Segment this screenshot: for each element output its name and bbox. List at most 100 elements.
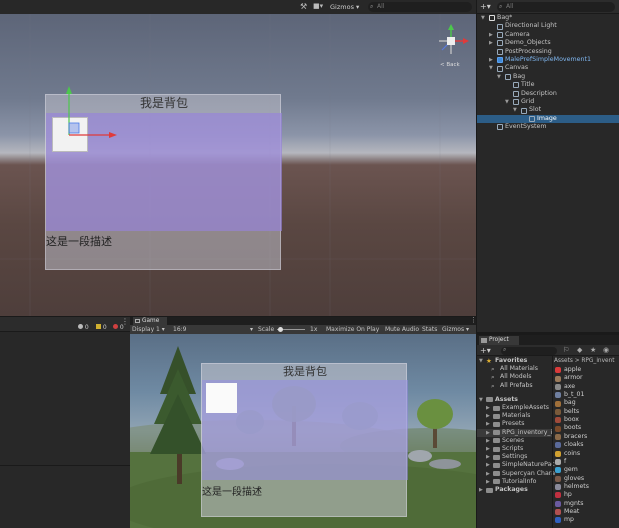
orientation-gizmo-icon[interactable] [434, 24, 470, 60]
asset-item[interactable]: apple [553, 366, 619, 374]
tab-game[interactable]: Game [133, 317, 167, 325]
info-count-badge[interactable]: 0 [78, 324, 92, 332]
project-add-button[interactable]: +▾ [480, 345, 491, 356]
asset-item[interactable]: hp [553, 491, 619, 499]
game-viewport[interactable]: 我是背包 这是一段描述 [130, 334, 476, 528]
folder-item[interactable]: ▶ Presets [477, 420, 552, 428]
folder-item[interactable]: ▶ ExampleAssets [477, 404, 552, 412]
tool-icon[interactable]: ⚒ [300, 2, 309, 11]
add-button[interactable]: +▾ [480, 2, 494, 12]
hierarchy-item[interactable]: ▼ Slot [477, 106, 619, 115]
star-icon[interactable]: ★ [590, 346, 596, 354]
project-search-input[interactable]: ⌕ [501, 346, 557, 355]
asset-item[interactable]: helmets [553, 483, 619, 491]
chevron-right-icon[interactable]: ▶ [486, 420, 490, 428]
hierarchy-item[interactable]: Title [477, 81, 619, 90]
chevron-down-icon[interactable]: ▼ [481, 14, 487, 23]
favorite-item[interactable]: ⌕ All Prefabs [477, 382, 552, 390]
hierarchy-item[interactable]: Directional Light [477, 22, 619, 31]
filter-icon[interactable]: ◆ [577, 346, 582, 354]
hierarchy-item[interactable]: PostProcessing [477, 48, 619, 57]
chevron-right-icon[interactable]: ▶ [486, 453, 490, 461]
gizmos-dropdown[interactable]: Gizmos ▾ [330, 2, 364, 12]
chevron-down-icon[interactable]: ▼ [513, 106, 519, 115]
chevron-right-icon[interactable]: ▶ [486, 478, 490, 486]
chevron-right-icon[interactable]: ▶ [486, 404, 490, 412]
stats-toggle[interactable]: Stats [422, 325, 440, 334]
chevron-right-icon[interactable]: ▶ [486, 445, 490, 453]
chevron-right-icon[interactable]: ▶ [489, 39, 495, 48]
folder-item[interactable]: ▶ Scenes [477, 437, 552, 445]
asset-item[interactable]: gem [553, 466, 619, 474]
folder-item[interactable]: ▶ Settings [477, 453, 552, 461]
packages-header[interactable]: ▶ Packages [477, 486, 552, 494]
asset-item[interactable]: gloves [553, 475, 619, 483]
favorite-item[interactable]: ⌕ All Models [477, 373, 552, 381]
scale-slider[interactable]: Scale 1x [258, 325, 318, 334]
chevron-right-icon[interactable]: ▶ [486, 437, 490, 445]
chevron-down-icon[interactable]: ▼ [479, 396, 483, 404]
project-breadcrumb[interactable]: Assets > RPG_invent [554, 357, 619, 365]
hierarchy-item[interactable]: Description [477, 90, 619, 99]
chevron-right-icon[interactable]: ▶ [486, 461, 490, 469]
asset-item[interactable]: bracers [553, 433, 619, 441]
hierarchy-item[interactable]: ▶ MalePrefSimpleMovement1 [477, 56, 619, 65]
display-dropdown[interactable]: Display 1 ▾ [132, 325, 170, 334]
visibility-icon[interactable]: ◉ [603, 346, 609, 354]
maximize-on-play-toggle[interactable]: Maximize On Play [326, 325, 382, 334]
hierarchy-item[interactable]: ▶ Camera [477, 31, 619, 40]
chevron-down-icon[interactable]: ▼ [497, 73, 503, 82]
gizmo-view-label[interactable]: < Back [440, 62, 472, 68]
chevron-down-icon[interactable]: ▼ [489, 64, 495, 73]
hierarchy-item[interactable]: ▼ Bag [477, 73, 619, 82]
hierarchy-item[interactable]: EventSystem [477, 123, 619, 132]
chevron-right-icon[interactable]: ▶ [486, 429, 490, 437]
lock-icon[interactable]: ⚐ [563, 346, 569, 354]
chevron-down-icon[interactable]: ▼ [505, 98, 511, 107]
folder-item[interactable]: ▶ Scripts [477, 445, 552, 453]
chevron-right-icon[interactable]: ▶ [486, 412, 490, 420]
asset-item[interactable]: armor [553, 374, 619, 382]
asset-item[interactable]: b_t_01 [553, 391, 619, 399]
chevron-down-icon[interactable]: ▼ [479, 357, 483, 365]
game-bag-panel[interactable]: 我是背包 这是一段描述 [201, 363, 408, 517]
asset-item[interactable]: bag [553, 399, 619, 407]
asset-item[interactable]: f [553, 458, 619, 466]
hierarchy-item[interactable]: ▼ Bag* [477, 14, 619, 23]
hierarchy-item[interactable]: ▼ Canvas [477, 64, 619, 73]
asset-item[interactable]: cloaks [553, 441, 619, 449]
panel-divider-v[interactable] [476, 0, 477, 528]
scale-knob[interactable] [278, 327, 283, 332]
scene-view[interactable]: ⚒ ■▾ Gizmos ▾ ⌕ All 我是背包 这是一段描述 < Back [0, 0, 476, 316]
scene-search-input[interactable]: ⌕ All [368, 2, 472, 12]
chevron-right-icon[interactable]: ▶ [486, 470, 490, 478]
warning-count-badge[interactable]: 0 [96, 324, 110, 332]
hierarchy-item[interactable]: Image [477, 114, 619, 124]
assets-header[interactable]: ▼ Assets [477, 396, 552, 404]
asset-item[interactable]: coins [553, 450, 619, 458]
move-gizmo[interactable] [55, 85, 125, 145]
tab-project[interactable]: Project [479, 336, 519, 345]
folder-item[interactable]: ▶ TutorialInfo [477, 478, 552, 486]
asset-item[interactable]: boox [553, 416, 619, 424]
camera-icon[interactable]: ■▾ [313, 2, 327, 11]
right-panel-divider[interactable] [477, 332, 619, 335]
favorites-header[interactable]: ▼ ★ Favorites [477, 357, 552, 365]
favorite-item[interactable]: ⌕ All Materials [477, 365, 552, 373]
mute-audio-toggle[interactable]: Mute Audio [385, 325, 419, 334]
chevron-right-icon[interactable]: ▶ [489, 31, 495, 40]
chevron-right-icon[interactable]: ▶ [479, 486, 483, 494]
hierarchy-item[interactable]: ▼ Grid [477, 98, 619, 107]
panel-divider-h[interactable] [0, 316, 476, 317]
asset-item[interactable]: boots [553, 424, 619, 432]
asset-item[interactable]: Meat [553, 508, 619, 516]
folder-item[interactable]: ▶ RPG_inventory_i [477, 428, 552, 437]
game-slot-image[interactable] [206, 383, 237, 413]
folder-item[interactable]: ▶ Materials [477, 412, 552, 420]
hierarchy-item[interactable]: ▶ Demo_Objects [477, 39, 619, 48]
chevron-right-icon[interactable]: ▶ [489, 56, 495, 65]
asset-item[interactable]: mgnts [553, 500, 619, 508]
error-count-badge[interactable]: 0 [113, 324, 127, 332]
aspect-dropdown[interactable]: 16:9 ▾ [173, 325, 253, 334]
game-gizmos-dropdown[interactable]: Gizmos ▾ [442, 325, 476, 334]
